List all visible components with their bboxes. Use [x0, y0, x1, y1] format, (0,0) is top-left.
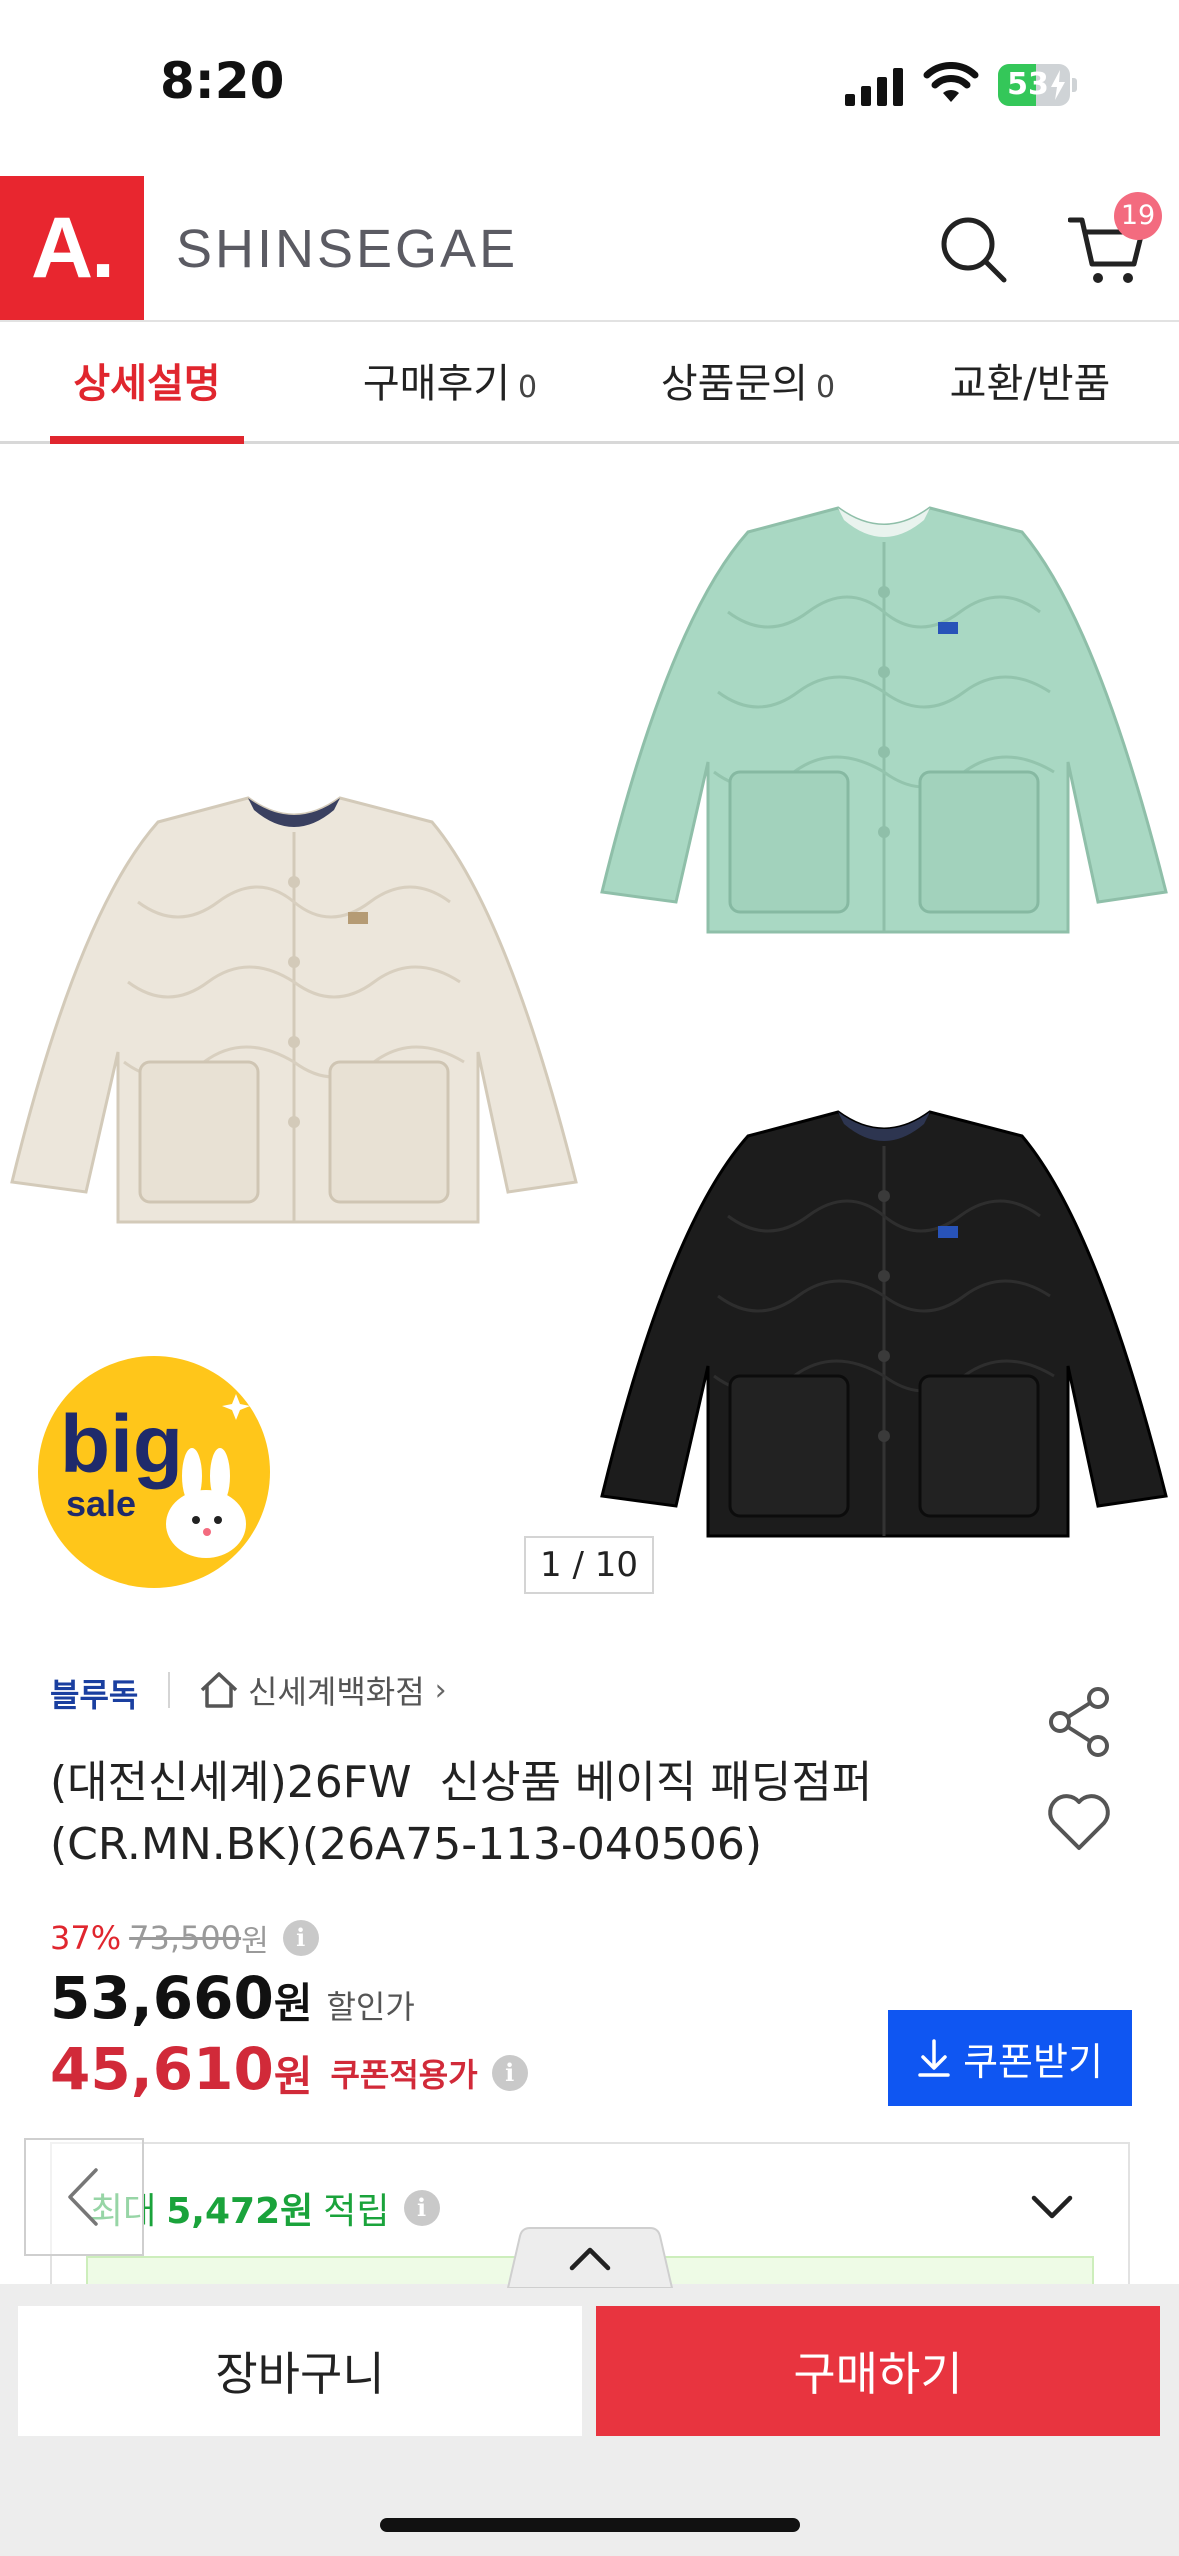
black-jacket-image: [600, 1110, 1168, 1538]
product-image-gallery[interactable]: big sale 1 / 10: [0, 446, 1179, 1606]
tab-count: 0: [816, 370, 836, 405]
product-detail-page: 8:20 53 A. SHINSEGAE 19 상세설명 구매후기 0 상품문의…: [0, 0, 1179, 2556]
detail-tabs: 상세설명 구매후기 0 상품문의 0 교환/반품: [0, 324, 1179, 444]
tab-count: 0: [518, 370, 538, 405]
heart-icon[interactable]: [1046, 1792, 1112, 1852]
wifi-icon: [923, 62, 979, 102]
cart-count-badge: 19: [1114, 192, 1162, 240]
sale-price: 53,660: [50, 1964, 274, 2032]
brand-wordmark[interactable]: SHINSEGAE: [176, 218, 518, 280]
tab-label: 상세설명: [73, 361, 221, 407]
battery-percent: 53: [1007, 67, 1049, 102]
battery-charging-icon: 53: [998, 64, 1078, 106]
home-indicator: [380, 2518, 800, 2532]
sale-price-row: 53,660 원 할인가: [50, 1964, 415, 2032]
get-coupon-button[interactable]: 쿠폰받기: [888, 2010, 1132, 2106]
add-to-cart-button[interactable]: 장바구니: [18, 2306, 582, 2436]
tab-description[interactable]: 상세설명: [50, 324, 244, 444]
sale-price-unit: 원: [273, 1979, 313, 2028]
image-pager: 1 / 10: [524, 1536, 654, 1594]
brand-link[interactable]: 블루독: [50, 1670, 138, 1716]
info-icon[interactable]: i: [491, 2055, 528, 2091]
chevron-left-icon: [68, 2168, 98, 2226]
divider: [168, 1672, 170, 1708]
reward-tail: 적립: [323, 2191, 390, 2232]
coupon-price-row: 45,610 원 쿠폰적용가 i: [50, 2034, 528, 2104]
battery-nub: [1072, 78, 1077, 92]
badge-sale-text: sale: [66, 1483, 136, 1524]
site-header: A. SHINSEGAE 19: [0, 176, 1179, 322]
original-price: 73,500: [129, 1919, 242, 1957]
product-title-line2: (CR.MN.BK)(26A75-113-040506): [50, 1819, 763, 1870]
tab-label: 교환/반품: [949, 361, 1111, 407]
original-price-unit: 원: [241, 1924, 269, 1959]
back-button[interactable]: [24, 2138, 144, 2256]
sale-price-label: 할인가: [326, 1988, 415, 2026]
status-bar: 8:20 53: [0, 0, 1179, 170]
site-logo[interactable]: A.: [0, 176, 144, 320]
store-name: 신세계백화점: [248, 1673, 425, 1711]
info-icon[interactable]: i: [282, 1920, 319, 1956]
tab-reviews[interactable]: 구매후기 0: [330, 324, 570, 444]
discount-rate: 37%: [50, 1919, 122, 1957]
chevron-right-icon: ›: [434, 1672, 447, 1708]
reward-amount: 5,472원: [166, 2191, 314, 2232]
chevron-up-icon[interactable]: [496, 2226, 684, 2288]
home-icon: [200, 1672, 238, 1708]
mint-jacket-image: [600, 506, 1168, 934]
badge-big-text: big: [60, 1399, 183, 1490]
store-link[interactable]: 신세계백화점 ›: [198, 1668, 447, 1712]
coupon-price-label: 쿠폰적용가: [330, 2056, 478, 2094]
chevron-down-icon[interactable]: [1028, 2190, 1076, 2224]
get-coupon-label: 쿠폰받기: [963, 2039, 1103, 2084]
product-title: (대전신세계)26FW 신상품 베이직 패딩점퍼 (CR.MN.BK)(26A7…: [50, 1752, 1010, 1876]
cream-jacket-image: [10, 796, 578, 1224]
bolt-icon: [1051, 70, 1065, 100]
buy-now-button[interactable]: 구매하기: [596, 2306, 1160, 2436]
signal-icon: [845, 68, 903, 106]
tab-qna[interactable]: 상품문의 0: [628, 324, 868, 444]
original-price-row: 37% 73,500 원 i: [50, 1916, 319, 1960]
download-icon: [918, 2039, 950, 2077]
search-icon[interactable]: [938, 214, 1008, 284]
active-tab-indicator: [50, 436, 244, 444]
product-title-line1: (대전신세계)26FW 신상품 베이직 패딩점퍼: [50, 1757, 873, 1808]
info-icon[interactable]: i: [403, 2190, 440, 2226]
big-sale-badge-icon: big sale: [38, 1356, 270, 1588]
tab-label: 구매후기: [362, 361, 511, 407]
tab-exchange-return[interactable]: 교환/반품: [930, 324, 1130, 444]
tab-label: 상품문의: [660, 361, 809, 407]
coupon-price-unit: 원: [273, 2051, 313, 2101]
status-time: 8:20: [160, 52, 285, 110]
coupon-price: 45,610: [50, 2035, 274, 2103]
share-icon[interactable]: [1046, 1686, 1114, 1758]
